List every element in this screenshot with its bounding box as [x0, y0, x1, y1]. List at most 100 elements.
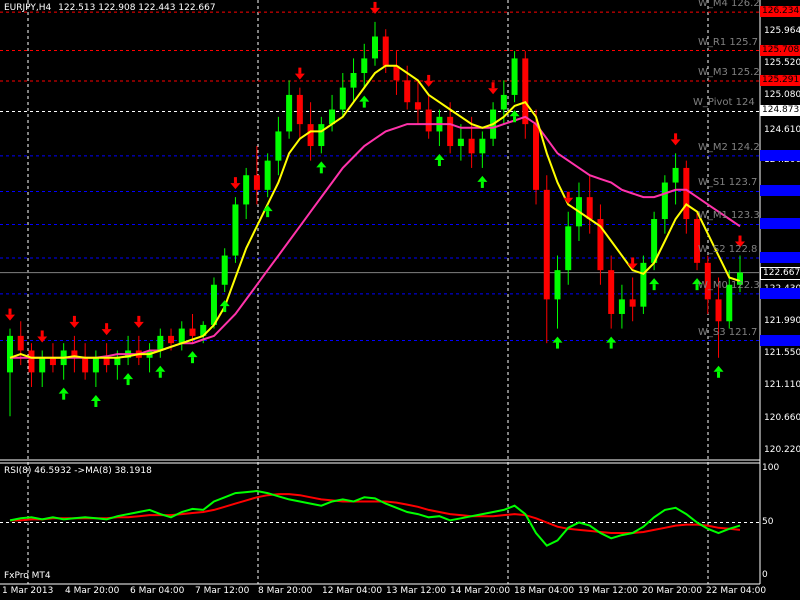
- buy-arrow-11: [509, 110, 520, 123]
- buy-arrow-head-3: [155, 365, 166, 372]
- candle-body-58: [629, 299, 636, 307]
- sell-arrow-8: [423, 74, 434, 87]
- candle-body-44: [479, 138, 486, 154]
- buy-arrow-stem-16: [717, 371, 721, 378]
- sell-arrow-head-10: [563, 197, 574, 204]
- sell-arrow-2: [69, 315, 80, 328]
- price-tick-3: 124.610: [764, 124, 800, 135]
- level-label-3: W_Pivot 124: [693, 97, 755, 109]
- level-label-9: W_S3 121.7: [698, 326, 758, 338]
- sell-arrow-stem-7: [373, 1, 377, 8]
- buy-arrow-5: [219, 300, 230, 313]
- candle-body-34: [372, 36, 378, 59]
- candle-body-24: [264, 160, 271, 190]
- candle-body-3: [39, 357, 46, 373]
- sell-arrow-stem-5: [233, 177, 237, 184]
- sell-arrow-stem-13: [738, 235, 742, 242]
- buy-arrow-head-7: [316, 161, 327, 168]
- level-price-box-3: 124.873: [760, 105, 800, 117]
- candle-body-60: [651, 219, 658, 263]
- price-tick-8: 121.990: [764, 316, 800, 326]
- sell-arrow-9: [488, 82, 499, 95]
- price-chart[interactable]: [0, 0, 800, 600]
- rsi-level-50: 50: [762, 517, 774, 527]
- level-price-box-5: 123.778: [760, 185, 800, 197]
- candle-body-50: [543, 189, 550, 300]
- buy-arrow-1: [90, 394, 101, 407]
- price-tick-1: 125.520: [764, 58, 800, 69]
- candle-body-14: [157, 335, 164, 351]
- candle-body-21: [232, 204, 239, 256]
- candle-body-1: [17, 335, 24, 351]
- buy-arrow-stem-1: [94, 400, 98, 407]
- buy-arrow-head-12: [552, 336, 563, 343]
- sell-arrow-head-6: [294, 73, 305, 80]
- symbol-name: EURJPY,H4: [4, 3, 52, 13]
- buy-arrow-stem-13: [609, 342, 613, 349]
- ma-fast-line: [9, 64, 741, 359]
- level-label-5: W_S1 123.7: [698, 177, 758, 189]
- time-tick-5: 12 Mar 04:00: [322, 586, 383, 596]
- buy-arrow-head-8: [359, 95, 370, 102]
- buy-arrow-stem-4: [191, 357, 194, 364]
- buy-arrow-16: [713, 365, 724, 378]
- candle-body-16: [178, 328, 185, 344]
- candle-body-9: [103, 357, 110, 366]
- time-tick-10: 20 Mar 20:00: [642, 586, 703, 596]
- time-tick-4: 8 Mar 20:00: [258, 586, 313, 596]
- level-label-1: W_R1 125.7: [698, 36, 759, 48]
- level-label-6: W_M1 123.3: [698, 210, 760, 222]
- current-price-box: 122.667: [760, 266, 800, 280]
- time-tick-9: 19 Mar 12:00: [578, 586, 639, 596]
- candle-body-26: [286, 94, 293, 132]
- sell-arrow-stem-9: [491, 82, 495, 89]
- buy-arrow-stem-7: [319, 167, 323, 174]
- candle-body-42: [457, 138, 464, 147]
- candle-body-49: [533, 124, 540, 190]
- candle-body-64: [694, 219, 701, 263]
- sell-arrow-head-4: [133, 321, 144, 328]
- candle-body-27: [296, 94, 303, 125]
- sell-arrow-head-12: [670, 139, 681, 146]
- time-tick-0: 1 Mar 2013: [2, 586, 54, 596]
- level-price-box-1: 125.708: [760, 44, 800, 56]
- buy-arrow-2: [123, 373, 134, 386]
- time-tick-2: 6 Mar 04:00: [130, 586, 185, 596]
- price-tick-10: 121.110: [764, 380, 800, 391]
- candle-body-54: [586, 197, 593, 220]
- candle-body-63: [683, 167, 690, 220]
- sell-arrow-5: [230, 177, 241, 190]
- buy-arrow-head-10: [477, 175, 488, 182]
- buy-arrow-stem-6: [266, 211, 270, 218]
- sell-arrow-stem-3: [105, 323, 109, 330]
- candle-body-25: [275, 131, 282, 161]
- buy-arrow-7: [316, 161, 327, 174]
- sell-arrow-head-1: [37, 336, 48, 343]
- buy-arrow-stem-0: [62, 393, 66, 400]
- chart-window[interactable]: EURJPY,H4 122.513 122.908 122.443 122.66…: [0, 0, 800, 600]
- buy-arrow-14: [649, 278, 660, 291]
- price-tick-12: 120.220: [764, 445, 800, 456]
- sell-arrow-3: [101, 323, 112, 336]
- level-label-8: W_M0 122.3: [698, 279, 760, 291]
- candle-body-8: [92, 357, 99, 373]
- candle-body-52: [565, 226, 572, 271]
- buy-arrow-stem-11: [513, 116, 517, 123]
- sell-arrow-stem-1: [40, 330, 44, 337]
- buy-arrow-stem-14: [652, 284, 656, 291]
- buy-arrow-head-1: [90, 394, 101, 401]
- time-tick-11: 22 Mar 04:00: [706, 586, 767, 596]
- buy-arrow-9: [434, 154, 445, 167]
- candle-body-2: [28, 350, 35, 373]
- buy-arrow-4: [187, 351, 198, 364]
- candle-body-17: [189, 328, 196, 336]
- buy-arrow-stem-10: [480, 181, 484, 188]
- buy-arrow-stem-5: [223, 306, 227, 313]
- broker-footer: FxPro MT4: [4, 571, 51, 581]
- buy-arrow-0: [58, 387, 69, 400]
- buy-arrow-stem-12: [556, 342, 559, 349]
- buy-arrow-head-2: [123, 373, 134, 380]
- buy-arrow-12: [552, 336, 563, 349]
- candle-body-23: [253, 175, 260, 190]
- buy-arrow-10: [477, 175, 488, 188]
